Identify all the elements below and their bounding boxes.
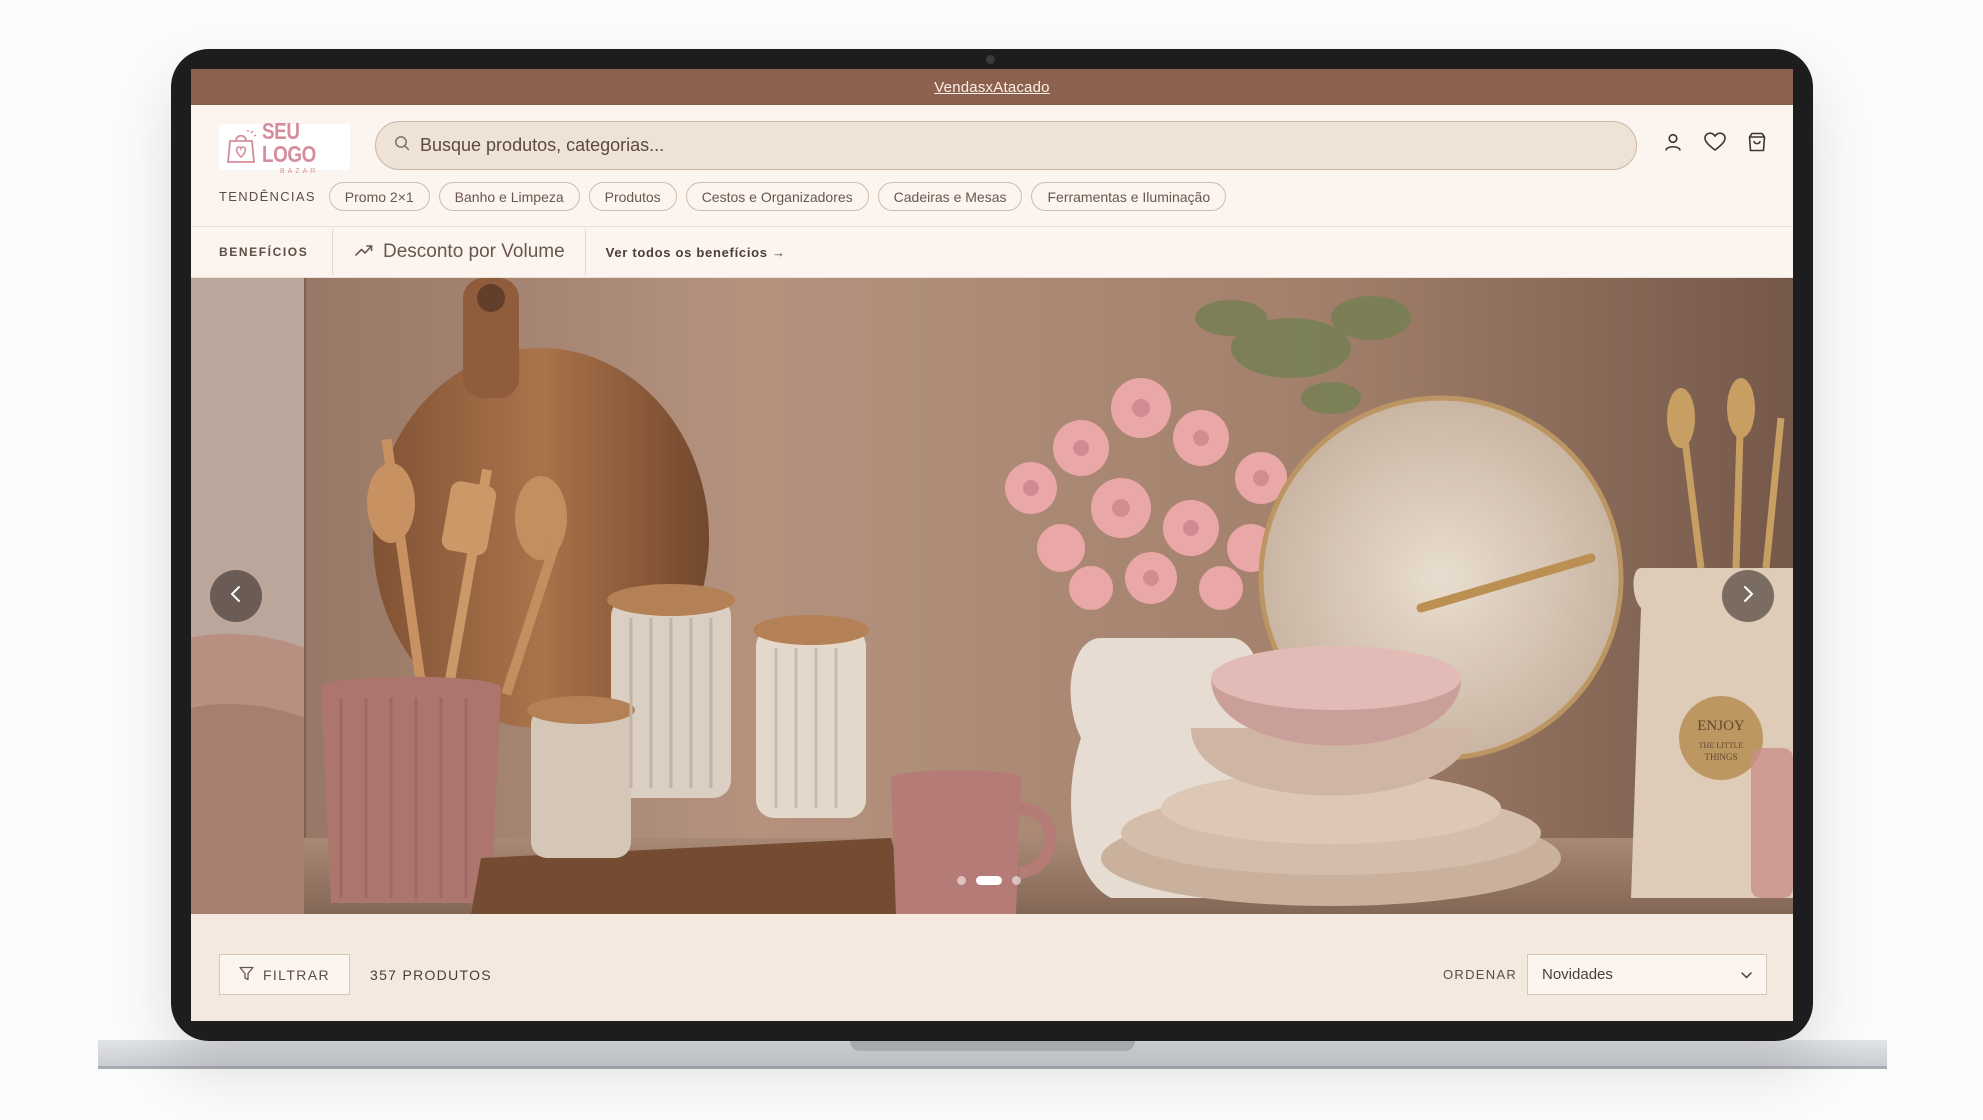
laptop-camera — [986, 55, 995, 64]
search-input[interactable] — [420, 135, 1520, 156]
carousel-dots — [957, 876, 1021, 885]
order-select[interactable]: Novidades — [1527, 954, 1767, 995]
product-count: 357 PRODUTOS — [370, 967, 492, 983]
logo[interactable]: SEU LOGO BAZAR — [219, 119, 350, 175]
trend-chip-banho[interactable]: Banho e Limpeza — [438, 182, 580, 211]
shopping-bag-icon[interactable] — [1746, 131, 1768, 153]
carousel-dot-2[interactable] — [976, 876, 1002, 885]
shopping-bag-logo-icon — [225, 130, 257, 164]
hero-image: ENJOY THE LITTLE THINGS — [191, 278, 1793, 914]
filter-icon — [239, 966, 254, 984]
chevron-down-icon — [1741, 966, 1752, 983]
benefits-label: BENEFÍCIOS — [219, 245, 309, 259]
user-icon[interactable] — [1662, 131, 1684, 153]
announcement-link[interactable]: VendasxAtacado — [934, 79, 1049, 96]
benefits-bar: BENEFÍCIOS Desconto por Volume Ver todos… — [191, 227, 1793, 278]
order-label: ORDENAR — [1443, 967, 1518, 982]
trend-chip-produtos[interactable]: Produtos — [588, 182, 677, 211]
benefit-item-label: Desconto por Volume — [383, 241, 565, 262]
header-icons — [1662, 131, 1768, 153]
hero-carousel: ENJOY THE LITTLE THINGS — [191, 278, 1793, 914]
carousel-next-button[interactable] — [1722, 570, 1774, 622]
trend-chip-ferramentas[interactable]: Ferramentas e Iluminação — [1031, 182, 1227, 211]
chevron-left-icon — [229, 585, 243, 608]
all-benefits-link[interactable]: Ver todos os benefícios → — [586, 245, 786, 260]
chevron-right-icon — [1741, 585, 1755, 608]
carousel-dot-3[interactable] — [1012, 876, 1021, 885]
trends-label: TENDÊNCIAS — [219, 189, 316, 204]
logo-subtext: BAZAR — [280, 167, 319, 175]
trend-chip-promo[interactable]: Promo 2×1 — [328, 182, 430, 211]
carousel-prev-button[interactable] — [210, 570, 262, 622]
trending-up-icon — [355, 241, 373, 263]
heart-icon[interactable] — [1704, 131, 1726, 153]
trend-chip-cadeiras[interactable]: Cadeiras e Mesas — [877, 182, 1023, 211]
benefit-item[interactable]: Desconto por Volume — [333, 241, 585, 263]
trend-chip-cestos[interactable]: Cestos e Organizadores — [685, 182, 869, 211]
laptop-notch — [850, 1040, 1135, 1051]
site-header: SEU LOGO BAZAR Busque produtos, categori… — [191, 105, 1793, 227]
trends-row: TENDÊNCIAS Promo 2×1 Banho e Limpeza Pro… — [219, 182, 1227, 211]
carousel-dot-1[interactable] — [957, 876, 966, 885]
announcement-bar: VendasxAtacado — [191, 69, 1793, 105]
laptop-screen: VendasxAtacado SEU LOGO BAZAR Busque pro… — [191, 69, 1793, 1021]
logo-text: SEU LOGO — [262, 117, 316, 167]
filter-label: FILTRAR — [262, 966, 331, 983]
stage: VendasxAtacado SEU LOGO BAZAR Busque pro… — [0, 0, 1983, 1120]
search-bar[interactable] — [375, 121, 1637, 170]
order-select-value: Novidades — [1542, 966, 1613, 983]
filter-button[interactable]: FILTRAR — [219, 954, 350, 995]
product-toolbar: FILTRAR 357 PRODUTOS ORDENAR Novidades — [191, 914, 1793, 1021]
search-icon — [394, 135, 410, 156]
